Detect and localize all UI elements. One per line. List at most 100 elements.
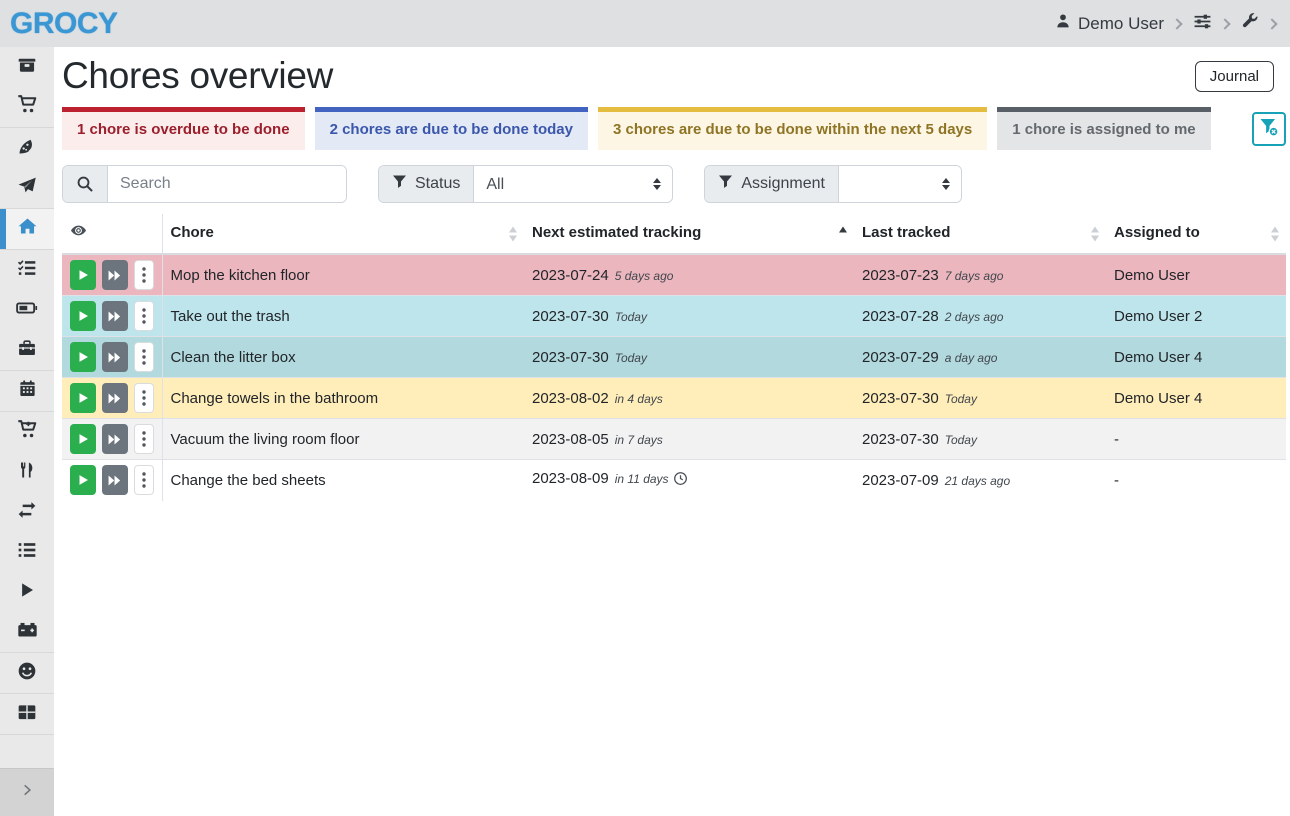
- battery-icon: [16, 297, 38, 324]
- column-header-next-tracking[interactable]: Next estimated tracking: [524, 214, 854, 254]
- settings-menu[interactable]: [1193, 12, 1229, 36]
- chore-name: Change the bed sheets: [162, 460, 524, 501]
- admin-menu[interactable]: [1241, 12, 1276, 35]
- track-execution-button[interactable]: [70, 260, 96, 290]
- toolbox-icon: [17, 338, 37, 363]
- track-execution-button[interactable]: [70, 424, 96, 454]
- sliders-icon: [1193, 12, 1212, 36]
- search-input[interactable]: [108, 166, 346, 202]
- track-execution-button[interactable]: [70, 301, 96, 331]
- chore-menu-button[interactable]: [134, 342, 154, 372]
- skip-execution-button[interactable]: [102, 260, 128, 290]
- skip-execution-button[interactable]: [102, 301, 128, 331]
- banner-due-today[interactable]: 2 chores are due to be done today: [315, 107, 588, 150]
- skip-execution-button[interactable]: [102, 383, 128, 413]
- wrench-icon: [1241, 12, 1259, 35]
- sort-icon: [1271, 226, 1279, 241]
- relative-time: Today: [615, 351, 647, 365]
- skip-execution-button[interactable]: [102, 465, 128, 495]
- filter-bar: Status All Assignment: [62, 165, 1286, 203]
- sidebar-item-chore-tracking[interactable]: [0, 572, 54, 612]
- assigned-user: Demo User 4: [1106, 337, 1286, 378]
- skip-execution-button[interactable]: [102, 342, 128, 372]
- table-row: Change towels in the bathroom 2023-08-02…: [62, 378, 1286, 419]
- chore-name: Mop the kitchen floor: [162, 254, 524, 296]
- last-tracked-date: 2023-07-30: [862, 390, 939, 407]
- assignment-filter-label: Assignment: [741, 175, 825, 193]
- play-icon: [18, 581, 36, 604]
- table-row: Mop the kitchen floor 2023-07-245 days a…: [62, 254, 1286, 296]
- car-battery-icon: [17, 619, 38, 645]
- sidebar-item-user-entities[interactable]: [0, 653, 54, 693]
- sidebar-item-recipes[interactable]: [0, 128, 54, 168]
- search-group: [62, 165, 347, 203]
- table-icon: [17, 702, 37, 727]
- chore-name: Take out the trash: [162, 296, 524, 337]
- last-tracked-date: 2023-07-29: [862, 349, 939, 366]
- track-execution-button[interactable]: [70, 465, 96, 495]
- sidebar-item-consume[interactable]: [0, 452, 54, 492]
- utensils-icon: [18, 461, 36, 484]
- skip-execution-button[interactable]: [102, 424, 128, 454]
- paper-plane-icon: [17, 176, 37, 201]
- sidebar-item-inventory[interactable]: [0, 532, 54, 572]
- chevron-right-icon: [1171, 18, 1182, 29]
- table-row: Take out the trash 2023-07-30Today 2023-…: [62, 296, 1286, 337]
- relative-time: Today: [615, 310, 647, 324]
- chore-menu-button[interactable]: [134, 465, 154, 495]
- banner-overdue[interactable]: 1 chore is overdue to be done: [62, 107, 305, 150]
- relative-time: Today: [945, 392, 977, 406]
- sidebar-collapse-button[interactable]: [0, 768, 54, 816]
- last-tracked-date: 2023-07-09: [862, 472, 939, 489]
- banner-assigned-to-me[interactable]: 1 chore is assigned to me: [997, 107, 1210, 150]
- sidebar-item-chores-overview[interactable]: [0, 209, 54, 249]
- assignment-filter-group: Assignment: [704, 165, 962, 203]
- sidebar-item-purchase[interactable]: [0, 412, 54, 452]
- pizza-icon: [17, 136, 37, 161]
- smiley-icon: [17, 661, 37, 686]
- assignment-filter-select[interactable]: [839, 166, 961, 202]
- clear-filter-button[interactable]: [1252, 112, 1286, 146]
- chore-menu-button[interactable]: [134, 424, 154, 454]
- home-icon: [17, 216, 38, 242]
- sidebar-item-calendar[interactable]: [0, 371, 54, 411]
- list-icon: [17, 540, 37, 565]
- track-execution-button[interactable]: [70, 383, 96, 413]
- chore-menu-button[interactable]: [134, 383, 154, 413]
- chore-menu-button[interactable]: [134, 301, 154, 331]
- chevron-right-icon: [20, 783, 34, 802]
- relative-time: in 4 days: [615, 392, 663, 406]
- assigned-user: Demo User 2: [1106, 296, 1286, 337]
- sidebar-item-equipment[interactable]: [0, 330, 54, 370]
- sidebar-item-stock-overview[interactable]: [0, 47, 54, 87]
- chore-name: Change towels in the bathroom: [162, 378, 524, 419]
- sidebar-item-battery-tracking[interactable]: [0, 612, 54, 652]
- status-filter-select[interactable]: All: [474, 166, 672, 202]
- sidebar-item-shopping-list[interactable]: [0, 87, 54, 127]
- column-header-assigned-to[interactable]: Assigned to: [1106, 214, 1286, 254]
- sidebar-item-batteries-overview[interactable]: [0, 290, 54, 330]
- column-header-last-tracked[interactable]: Last tracked: [854, 214, 1106, 254]
- cart-icon: [17, 94, 38, 120]
- user-menu-label: Demo User: [1078, 14, 1164, 34]
- user-menu[interactable]: Demo User: [1055, 13, 1181, 34]
- banner-due-soon[interactable]: 3 chores are due to be done within the n…: [598, 107, 987, 150]
- column-header-chore[interactable]: Chore: [162, 214, 524, 254]
- relative-time: 2 days ago: [945, 310, 1004, 324]
- sidebar-item-transfer[interactable]: [0, 492, 54, 532]
- visibility-column-header[interactable]: [62, 214, 162, 254]
- next-tracking-date: 2023-08-05: [532, 431, 609, 448]
- sidebar-item-tasks[interactable]: [0, 250, 54, 290]
- sidebar-item-meal-plan[interactable]: [0, 168, 54, 208]
- journal-button[interactable]: Journal: [1195, 61, 1274, 92]
- last-tracked-date: 2023-07-30: [862, 431, 939, 448]
- sidebar-item-userentity-table[interactable]: [0, 694, 54, 734]
- last-tracked-date: 2023-07-28: [862, 308, 939, 325]
- chores-table: Chore Next estimated tracking Last track…: [62, 214, 1286, 501]
- status-banners: 1 chore is overdue to be done 2 chores a…: [62, 107, 1286, 150]
- sidebar: [0, 47, 54, 816]
- track-execution-button[interactable]: [70, 342, 96, 372]
- assigned-user: -: [1106, 460, 1286, 501]
- chore-menu-button[interactable]: [134, 260, 154, 290]
- table-row: Vacuum the living room floor 2023-08-05i…: [62, 419, 1286, 460]
